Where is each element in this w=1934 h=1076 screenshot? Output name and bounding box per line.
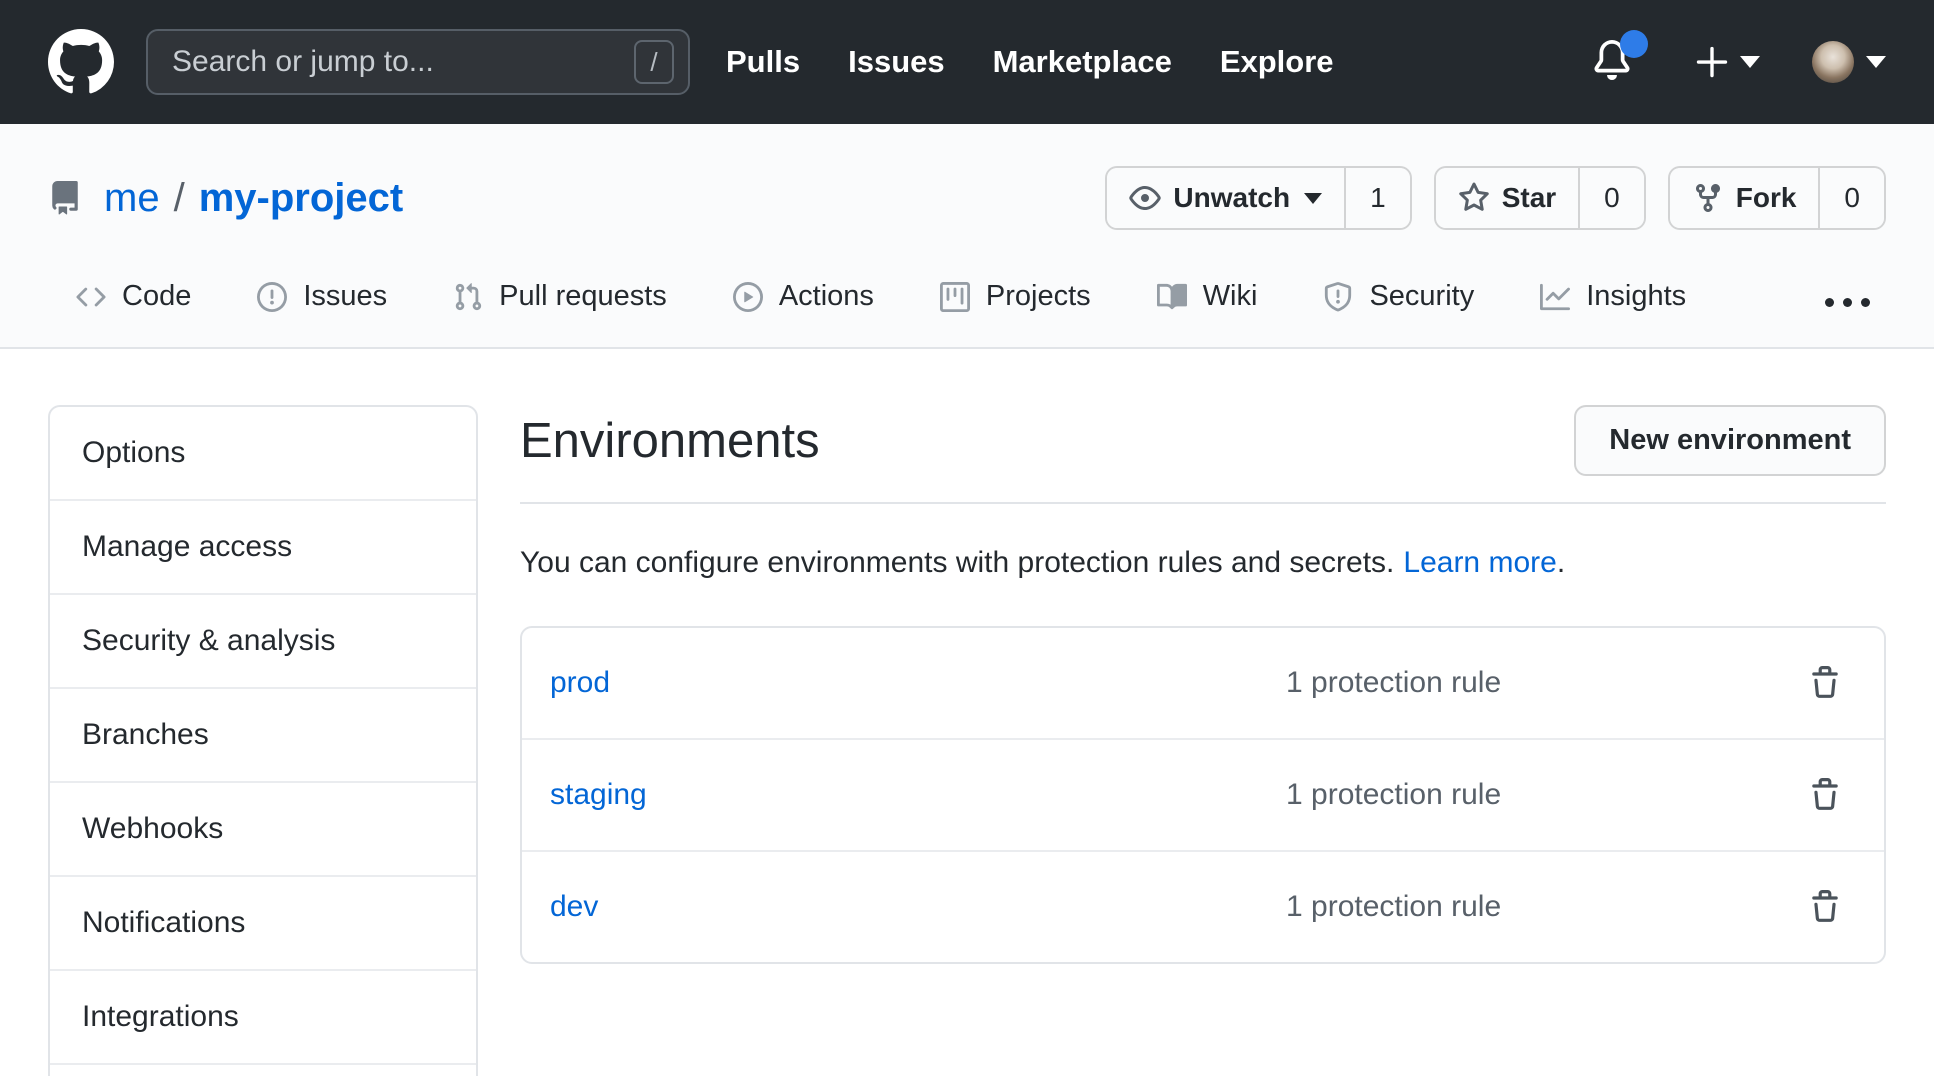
plus-icon [1694, 44, 1730, 80]
repo-header-section: me / my-project Unwatch 1 [0, 124, 1934, 349]
environment-link[interactable]: staging [550, 778, 1286, 812]
code-icon [76, 282, 106, 312]
fork-button-group: Fork 0 [1668, 166, 1886, 230]
learn-more-link[interactable]: Learn more [1403, 546, 1556, 579]
nav-explore[interactable]: Explore [1220, 44, 1334, 80]
trash-icon [1808, 666, 1842, 700]
avatar [1812, 41, 1854, 83]
delete-environment-button[interactable] [1808, 778, 1842, 812]
tab-security[interactable]: Security [1303, 266, 1494, 347]
repo-action-buttons: Unwatch 1 Star 0 [1105, 166, 1886, 230]
repo-tab-bar: Code Issues Pull requests Actions [0, 266, 1934, 347]
fork-icon [1692, 182, 1724, 214]
ellipsis-icon [1861, 298, 1870, 307]
protection-rule-count: 1 protection rule [1286, 890, 1756, 924]
search-box: / [146, 29, 690, 95]
environment-link[interactable]: prod [550, 666, 1286, 700]
play-icon [733, 282, 763, 312]
environment-link[interactable]: dev [550, 890, 1286, 924]
tab-projects[interactable]: Projects [920, 266, 1111, 347]
environment-row-prod: prod 1 protection rule [522, 628, 1884, 738]
unwatch-button[interactable]: Unwatch [1107, 168, 1344, 228]
settings-content: Options Manage access Security & analysi… [0, 349, 1934, 1076]
page-title: Environments [520, 413, 820, 469]
ellipsis-icon [1843, 298, 1852, 307]
trash-icon [1808, 890, 1842, 924]
unread-notification-dot [1620, 30, 1648, 58]
environments-description: You can configure environments with prot… [520, 546, 1886, 580]
environment-row-dev: dev 1 protection rule [522, 850, 1884, 962]
star-icon [1458, 182, 1490, 214]
repo-icon [48, 181, 82, 215]
sidebar-item-cutoff[interactable] [50, 1063, 476, 1076]
header-right-controls [1592, 40, 1886, 84]
github-logo-icon[interactable] [48, 29, 114, 95]
global-nav: Pulls Issues Marketplace Explore [726, 44, 1334, 80]
search-input[interactable] [146, 29, 690, 95]
tab-actions[interactable]: Actions [713, 266, 894, 347]
breadcrumb: me / my-project [104, 176, 403, 221]
book-icon [1157, 282, 1187, 312]
user-menu[interactable] [1812, 41, 1886, 83]
environments-header: Environments New environment [520, 405, 1886, 504]
trash-icon [1808, 778, 1842, 812]
forks-count[interactable]: 0 [1818, 168, 1884, 228]
repo-owner-link[interactable]: me [104, 176, 160, 221]
slash-shortcut-hint: / [634, 40, 674, 84]
fork-button[interactable]: Fork [1670, 168, 1819, 228]
tab-code[interactable]: Code [56, 266, 211, 347]
delete-environment-button[interactable] [1808, 666, 1842, 700]
new-environment-button[interactable]: New environment [1574, 405, 1886, 476]
protection-rule-count: 1 protection rule [1286, 778, 1756, 812]
global-header: / Pulls Issues Marketplace Explore [0, 0, 1934, 124]
tab-overflow-button[interactable] [1817, 284, 1878, 347]
environment-row-staging: staging 1 protection rule [522, 738, 1884, 850]
environments-panel: Environments New environment You can con… [520, 405, 1886, 1076]
sidebar-item-security-analysis[interactable]: Security & analysis [50, 593, 476, 687]
tab-insights[interactable]: Insights [1520, 266, 1706, 347]
settings-sidebar: Options Manage access Security & analysi… [48, 405, 478, 1076]
graph-icon [1540, 282, 1570, 312]
sidebar-item-options[interactable]: Options [50, 407, 476, 499]
github-repo-environments-page: / Pulls Issues Marketplace Explore [0, 0, 1934, 1076]
tab-wiki[interactable]: Wiki [1137, 266, 1278, 347]
sidebar-item-integrations[interactable]: Integrations [50, 969, 476, 1063]
sidebar-item-webhooks[interactable]: Webhooks [50, 781, 476, 875]
nav-marketplace[interactable]: Marketplace [993, 44, 1172, 80]
description-text: You can configure environments with prot… [520, 546, 1394, 579]
breadcrumb-separator: / [174, 176, 185, 221]
repo-title-row: me / my-project Unwatch 1 [0, 160, 1934, 236]
chevron-down-icon [1304, 193, 1322, 204]
shield-icon [1323, 282, 1353, 312]
tab-issues[interactable]: Issues [237, 266, 407, 347]
watch-button-group: Unwatch 1 [1105, 166, 1411, 230]
nav-pulls[interactable]: Pulls [726, 44, 800, 80]
star-button[interactable]: Star [1436, 168, 1578, 228]
repo-name-link[interactable]: my-project [199, 176, 404, 221]
ellipsis-icon [1825, 298, 1834, 307]
nav-issues[interactable]: Issues [848, 44, 945, 80]
delete-environment-button[interactable] [1808, 890, 1842, 924]
issue-opened-icon [257, 282, 287, 312]
create-new-dropdown[interactable] [1694, 44, 1760, 80]
project-icon [940, 282, 970, 312]
sidebar-item-notifications[interactable]: Notifications [50, 875, 476, 969]
chevron-down-icon [1740, 56, 1760, 68]
notifications-button[interactable] [1592, 40, 1636, 84]
watchers-count[interactable]: 1 [1344, 168, 1410, 228]
pull-request-icon [453, 282, 483, 312]
tab-pull-requests[interactable]: Pull requests [433, 266, 687, 347]
environments-list: prod 1 protection rule staging 1 protect… [520, 626, 1886, 964]
stars-count[interactable]: 0 [1578, 168, 1644, 228]
sidebar-item-manage-access[interactable]: Manage access [50, 499, 476, 593]
sidebar-item-branches[interactable]: Branches [50, 687, 476, 781]
chevron-down-icon [1866, 56, 1886, 68]
protection-rule-count: 1 protection rule [1286, 666, 1756, 700]
star-button-group: Star 0 [1434, 166, 1646, 230]
description-period: . [1557, 546, 1565, 579]
eye-icon [1129, 182, 1161, 214]
